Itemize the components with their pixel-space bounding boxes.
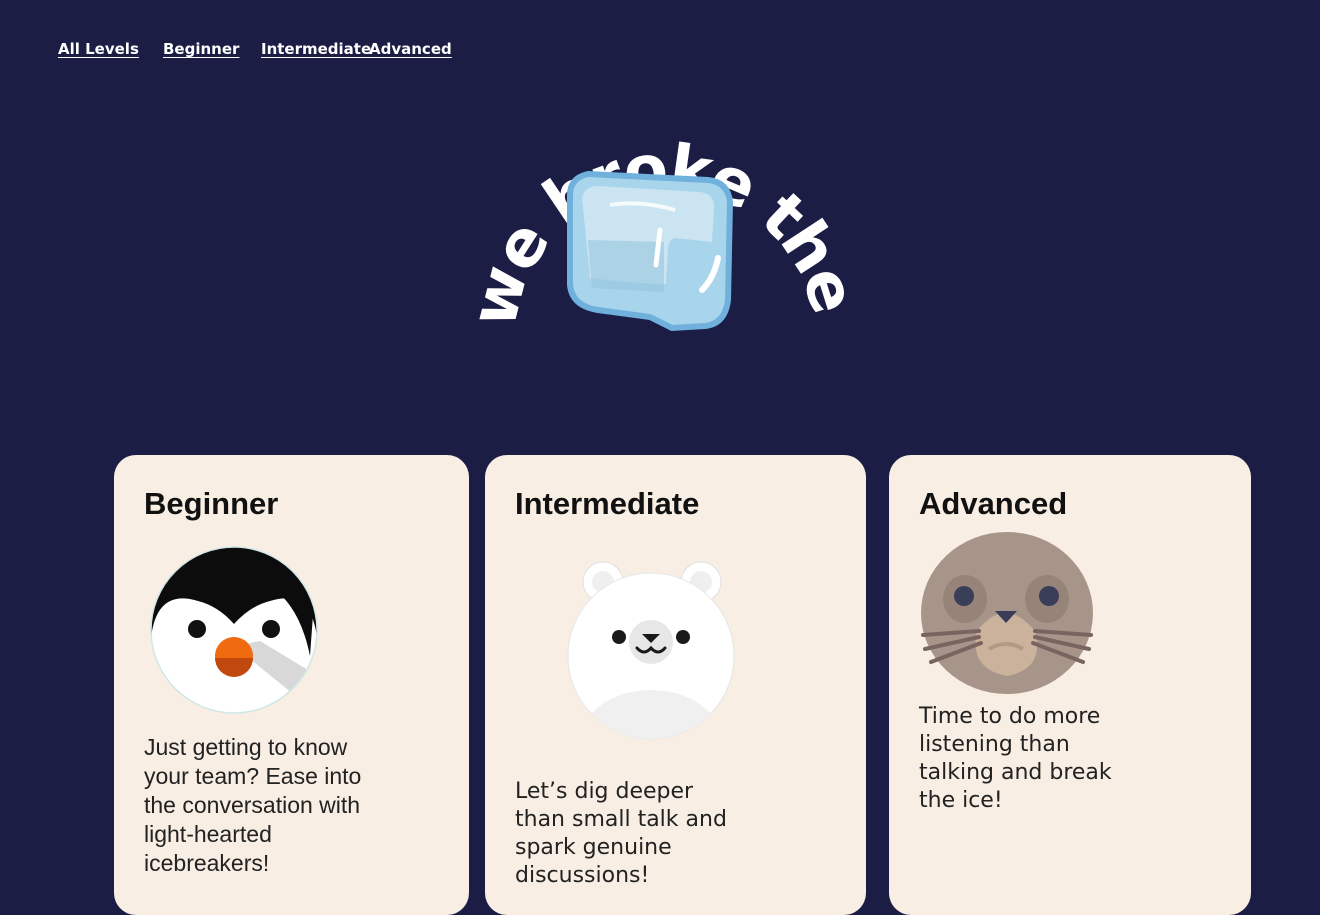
card-title: Intermediate xyxy=(515,486,700,521)
site-logo: we broke the ice. xyxy=(450,12,876,360)
seal-icon xyxy=(921,532,1093,694)
level-card-beginner[interactable]: Beginner Just getting to know your team?… xyxy=(114,455,469,915)
nav-link-beginner[interactable]: Beginner xyxy=(163,40,239,58)
card-description: Just getting to know your team? Ease int… xyxy=(144,734,362,876)
penguin-icon xyxy=(150,546,318,714)
nav-link-advanced[interactable]: Advanced xyxy=(369,40,452,58)
ice-cube-icon xyxy=(567,170,734,332)
polar-bear-icon xyxy=(567,561,735,740)
card-title: Beginner xyxy=(144,486,279,521)
card-description: Time to do more listening than talking a… xyxy=(919,704,1112,813)
card-title: Advanced xyxy=(919,486,1068,521)
level-card-intermediate[interactable]: Intermediate Let’s dig deeper than small… xyxy=(485,455,866,915)
nav-link-intermediate[interactable]: Intermediate xyxy=(261,40,371,58)
card-description: Let’s dig deeper than small talk and spa… xyxy=(515,779,727,888)
nav-link-all-levels[interactable]: All Levels xyxy=(58,40,139,58)
level-card-advanced[interactable]: Advanced Time to do more listening than … xyxy=(889,455,1251,915)
